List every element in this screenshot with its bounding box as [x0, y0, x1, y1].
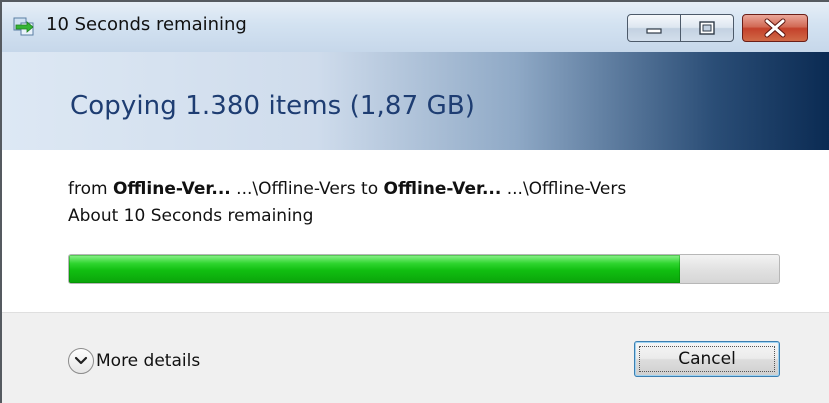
window-title: 10 Seconds remaining — [46, 14, 247, 35]
copy-summary-title: Copying 1.380 items (1,87 GB) — [70, 91, 475, 121]
more-details-toggle[interactable]: More details — [68, 347, 200, 375]
minimize-icon — [646, 28, 662, 34]
maximize-icon — [699, 21, 715, 35]
minimize-button[interactable] — [627, 14, 681, 42]
destination-path[interactable]: ...\Offline-Vers — [507, 179, 626, 199]
copy-source-destination: from Offline-Ver... ...\Offline-Vers to … — [68, 178, 788, 200]
dialog-header: Copying 1.380 items (1,87 GB) — [2, 52, 829, 150]
chevron-down-icon[interactable] — [68, 348, 94, 374]
close-icon — [764, 18, 786, 38]
cancel-button[interactable]: Cancel — [634, 341, 780, 377]
copy-dialog-window: 10 Seconds remaining Copying 1.380 items… — [0, 0, 829, 403]
to-prefix: to — [361, 179, 379, 199]
dialog-footer: More details Cancel — [2, 312, 829, 403]
maximize-button[interactable] — [680, 14, 734, 42]
more-details-label[interactable]: More details — [96, 349, 200, 373]
title-bar[interactable]: 10 Seconds remaining — [2, 2, 829, 52]
cancel-button-label: Cancel — [639, 346, 775, 372]
progress-bar-fill — [69, 255, 680, 283]
source-name[interactable]: Offline-Ver... — [113, 179, 231, 199]
from-prefix: from — [68, 179, 108, 199]
copy-progress-panel: from Offline-Ver... ...\Offline-Vers to … — [2, 150, 829, 312]
copy-progress-bar — [68, 254, 780, 284]
source-path[interactable]: ...\Offline-Vers — [236, 179, 355, 199]
time-remaining-text: About 10 Seconds remaining — [68, 206, 314, 226]
close-button[interactable] — [742, 14, 808, 42]
file-copy-icon — [13, 16, 37, 38]
destination-name[interactable]: Offline-Ver... — [384, 179, 502, 199]
